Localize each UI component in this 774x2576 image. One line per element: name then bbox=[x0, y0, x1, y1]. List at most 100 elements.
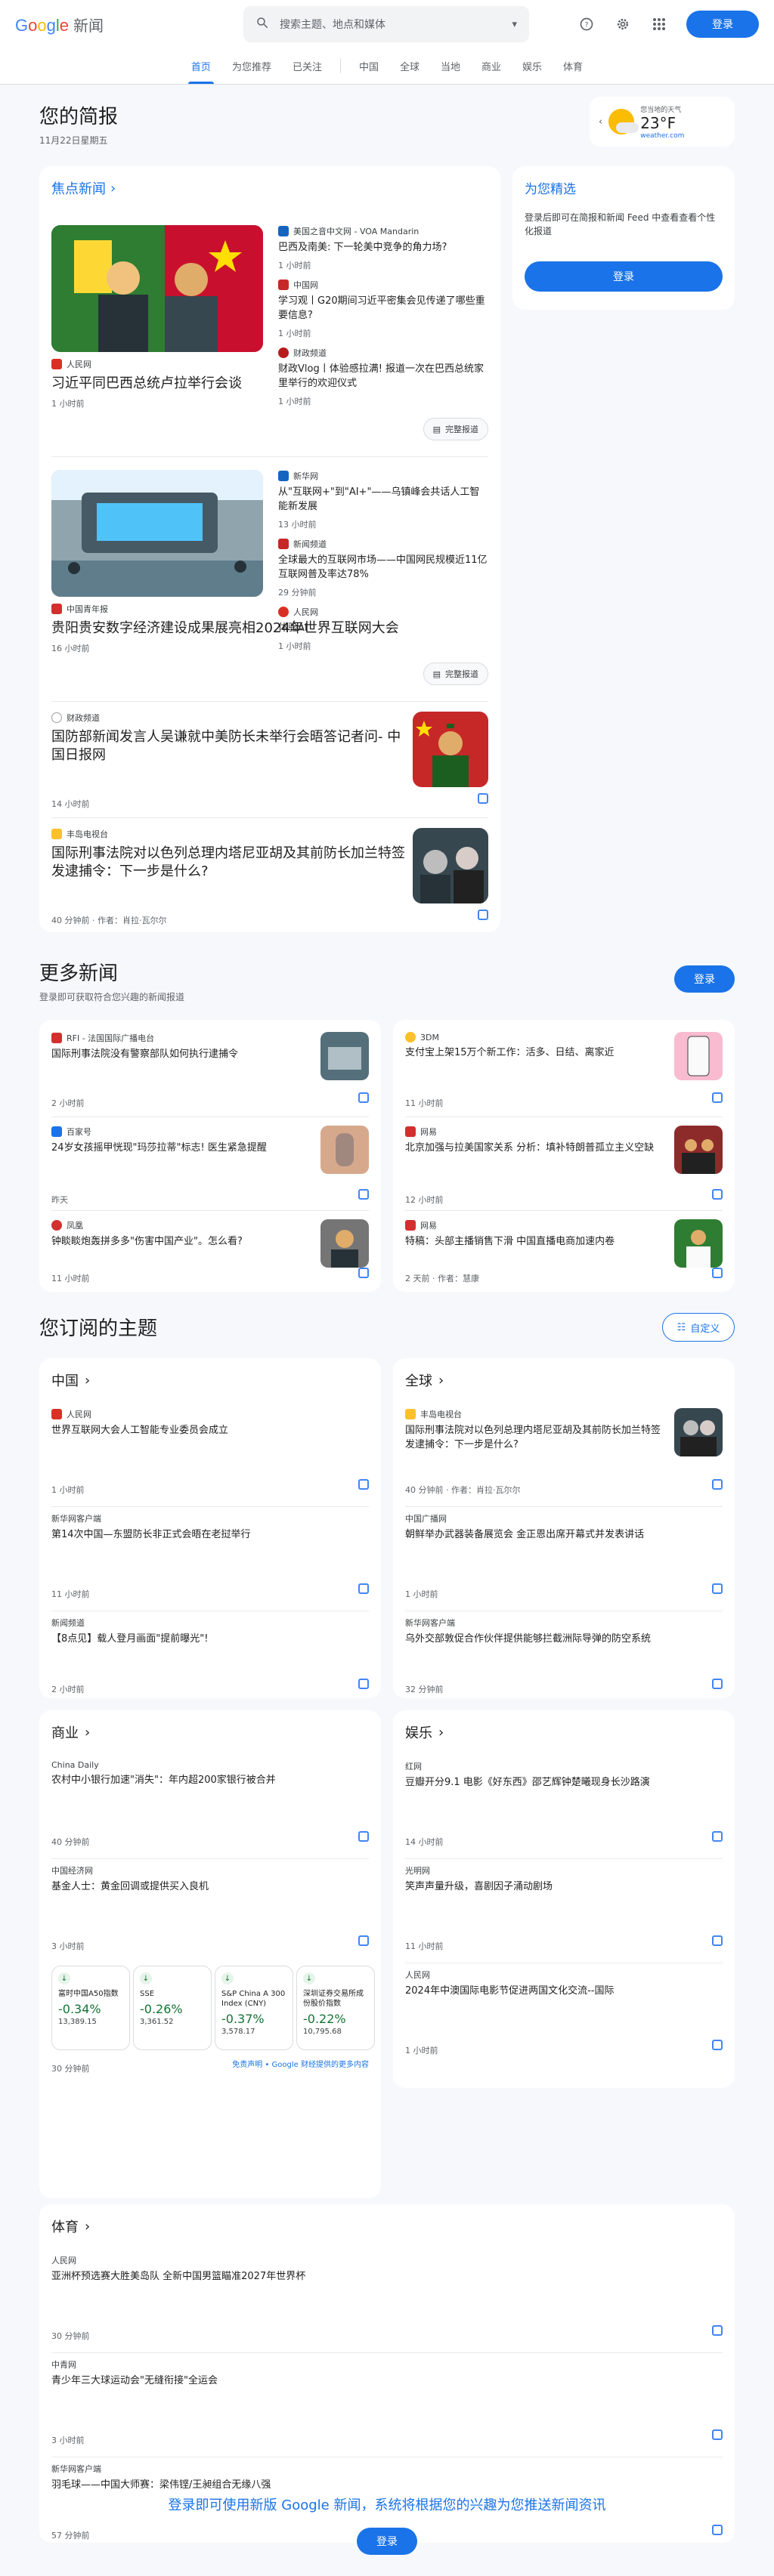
share-icon[interactable] bbox=[712, 2429, 723, 2440]
share-icon[interactable] bbox=[712, 2040, 723, 2050]
story-thumbnail[interactable] bbox=[320, 1219, 369, 1268]
list-item[interactable]: 人民网 世界互联网大会人工智能专业委员会成立 1 小时前 bbox=[51, 1408, 369, 1499]
google-news-logo[interactable]: Google 新闻 bbox=[15, 14, 242, 36]
customize-button[interactable]: ☷ 自定义 bbox=[662, 1313, 735, 1342]
gear-icon[interactable] bbox=[614, 15, 632, 33]
list-item[interactable]: RFI - 法国国际广播电台 国际刑事法院没有警察部队如何执行逮捕令 2 小时前 bbox=[51, 1032, 369, 1115]
stock-card[interactable]: ↓ S&P China A 300 Index (CNY) -0.37% 3,578.… bbox=[215, 1966, 293, 2050]
share-icon[interactable] bbox=[712, 2325, 723, 2336]
footer-text: 登录即可使用新版 Google 新闻，系统将根据您的兴趣为您推送新闻资讯 bbox=[168, 2497, 606, 2513]
share-icon[interactable] bbox=[358, 1092, 369, 1103]
login-button[interactable]: 登录 bbox=[686, 11, 759, 38]
share-icon[interactable] bbox=[358, 1268, 369, 1278]
share-icon[interactable] bbox=[712, 1189, 723, 1200]
help-icon[interactable]: ? bbox=[577, 15, 596, 33]
related-headline[interactable]: 体验AI bbox=[278, 621, 488, 635]
share-icon[interactable] bbox=[358, 1831, 369, 1842]
topic-title[interactable]: 全球 › bbox=[393, 1358, 735, 1390]
share-icon[interactable] bbox=[712, 1583, 723, 1594]
list-item[interactable]: 光明网 笑声声量升级，喜剧因子涌动剧场 11 小时前 bbox=[405, 1864, 723, 1955]
weather-widget[interactable]: ‹ 您当地的天气 23°F weather.com bbox=[590, 97, 735, 147]
search-box[interactable]: 搜索主题、地点和媒体 ▾ bbox=[243, 6, 529, 42]
list-item[interactable]: 红网 豆瓣开分9.1 电影《好东西》邵艺辉钟楚曦现身长沙路演 14 小时前 bbox=[405, 1760, 723, 1851]
finance-disclaimer-link[interactable]: 免责声明 • Google 财经提供的更多内容 bbox=[232, 2058, 369, 2069]
related-headline[interactable]: 从"互联网+"到"AI+"——乌镇峰会共话人工智能新发展 bbox=[278, 485, 488, 514]
share-icon[interactable] bbox=[358, 1479, 369, 1490]
list-item[interactable]: 中国广播网 朝鲜举办武器装备展览会 金正恩出席开幕式并发表讲话 1 小时前 bbox=[405, 1512, 723, 1603]
share-icon[interactable] bbox=[712, 1831, 723, 1842]
weather-source-link[interactable]: weather.com bbox=[640, 132, 684, 140]
topic-title[interactable]: 体育 › bbox=[39, 2204, 735, 2236]
story-headline[interactable]: 国防部新闻发言人吴谦就中美防长未举行会晤答记者问- 中国日报网 bbox=[51, 728, 407, 764]
tab-local[interactable]: 当地 bbox=[430, 48, 471, 84]
share-icon[interactable] bbox=[478, 793, 488, 804]
list-item[interactable]: 凤凰 钟睒睒炮轰拼多多"伤害中国产业"。怎么看? 11 小时前 bbox=[51, 1219, 369, 1287]
list-item[interactable]: China Daily 农村中小银行加速"消失"：年内超200家银行被合并 40 分… bbox=[51, 1760, 369, 1851]
share-icon[interactable] bbox=[712, 1479, 723, 1490]
story-thumbnail[interactable] bbox=[674, 1032, 723, 1080]
list-item[interactable]: 网易 特稿：头部主播销售下滑 中国直播电商加速内卷 2 天前 · 作者：慧康 bbox=[405, 1219, 723, 1287]
story-thumbnail[interactable] bbox=[320, 1032, 369, 1080]
list-item[interactable]: 新华网客户端 第14次中国—东盟防长非正式会晤在老挝举行 11 小时前 bbox=[51, 1512, 369, 1603]
story-thumbnail[interactable] bbox=[674, 1219, 723, 1268]
topic-title[interactable]: 中国 › bbox=[39, 1358, 381, 1390]
list-item[interactable]: 百家号 24岁女孩摇甲恍现"玛莎拉蒂"标志! 医生紧急提醒 昨天 bbox=[51, 1126, 369, 1209]
stock-card[interactable]: ↓ 深圳证券交易所成份股价指数 -0.22% 10,795.68 bbox=[296, 1966, 375, 2050]
tab-world[interactable]: 全球 bbox=[389, 48, 430, 84]
tab-home[interactable]: 首页 bbox=[181, 48, 221, 84]
story-row: 财政频道 国防部新闻发言人吴谦就中美防长未举行会晤答记者问- 中国日报网 14 … bbox=[51, 712, 488, 810]
story-thumbnail[interactable] bbox=[320, 1126, 369, 1174]
share-icon[interactable] bbox=[712, 1935, 723, 1946]
topic-title[interactable]: 商业 › bbox=[39, 1710, 381, 1742]
share-icon[interactable] bbox=[712, 1092, 723, 1103]
footer-login-button[interactable]: 登录 bbox=[357, 2528, 417, 2555]
list-item[interactable]: 3DM 支付宝上架15万个新工作：活多、日结、离家近 11 小时前 bbox=[405, 1032, 723, 1115]
related-headline[interactable]: 财政Vlog丨体验感拉满! 报道一次在巴西总统家里举行的欢迎仪式 bbox=[278, 362, 488, 391]
tab-following[interactable]: 已关注 bbox=[282, 48, 333, 84]
tab-china[interactable]: 中国 bbox=[348, 48, 389, 84]
chevron-left-icon[interactable]: ‹ bbox=[599, 116, 602, 128]
picks-login-button[interactable]: 登录 bbox=[525, 261, 723, 292]
share-icon[interactable] bbox=[358, 1583, 369, 1594]
share-icon[interactable] bbox=[358, 1935, 369, 1946]
full-coverage-button[interactable]: ▤ 完整报道 bbox=[423, 663, 488, 685]
tab-business[interactable]: 商业 bbox=[471, 48, 512, 84]
list-item[interactable]: 中青网 青少年三大球运动会"无缝衔接"全运会 3 小时前 bbox=[51, 2358, 723, 2449]
story-thumbnail[interactable] bbox=[413, 712, 488, 787]
share-icon[interactable] bbox=[712, 1679, 723, 1689]
share-icon[interactable] bbox=[712, 1268, 723, 1278]
search-input[interactable]: 搜索主题、地点和媒体 bbox=[280, 17, 512, 32]
related-headline[interactable]: 全球最大的互联网市场——中国网民规模近11亿 互联网普及率达78% bbox=[278, 553, 488, 582]
list-item[interactable]: 新华网客户端 乌外交部敦促合作伙伴提供能够拦截洲际导弹的防空系统 32 分钟前 bbox=[405, 1617, 723, 1694]
list-item[interactable]: 人民网 亚洲杯预选赛大胜美岛队 全新中国男篮瞄准2027年世界杯 30 分钟前 bbox=[51, 2254, 723, 2345]
stock-card[interactable]: ↓ 富时中国A50指数 -0.34% 13,389.15 bbox=[51, 1966, 130, 2050]
list-item[interactable]: 中国经济网 基金人士：黄金回调或提供买入良机 3 小时前 bbox=[51, 1864, 369, 1955]
story-thumbnail[interactable] bbox=[674, 1126, 723, 1174]
share-icon[interactable] bbox=[478, 910, 488, 920]
story-thumbnail[interactable] bbox=[413, 828, 488, 903]
more-login-button[interactable]: 登录 bbox=[674, 965, 735, 993]
tab-sports[interactable]: 体育 bbox=[553, 48, 593, 84]
chevron-down-icon[interactable]: ▾ bbox=[512, 19, 517, 30]
full-coverage-button[interactable]: ▤ 完整报道 bbox=[423, 418, 488, 440]
list-item[interactable]: 丰岛电视台 国际刑事法院对以色列总理内塔尼亚胡及其前防长加兰特签发逮捕令：下一步是… bbox=[405, 1408, 723, 1499]
story-headline[interactable]: 国际刑事法院对以色列总理内塔尼亚胡及其前防长加兰特签发逮捕令：下一步是什么? bbox=[51, 845, 407, 881]
list-item[interactable]: 人民网 2024年中澳国际电影节促进两国文化交流--国际 1 小时前 bbox=[405, 1969, 723, 2059]
chevron-right-icon: › bbox=[110, 180, 116, 196]
story-image[interactable] bbox=[51, 225, 263, 352]
topics-header: 您订阅的主题 ☷ 自定义 bbox=[39, 1313, 735, 1351]
share-icon[interactable] bbox=[358, 1679, 369, 1689]
top-stories-title[interactable]: 焦点新闻 › bbox=[39, 166, 500, 198]
tab-entertainment[interactable]: 娱乐 bbox=[512, 48, 553, 84]
related-headline[interactable]: 巴西及南美: 下一轮美中竞争的角力场? bbox=[278, 240, 488, 255]
topic-title[interactable]: 娱乐 › bbox=[393, 1710, 735, 1742]
tab-for-you[interactable]: 为您推荐 bbox=[221, 48, 282, 84]
share-icon[interactable] bbox=[358, 1189, 369, 1200]
story-thumbnail[interactable] bbox=[674, 1408, 723, 1456]
apps-grid-icon[interactable] bbox=[650, 15, 668, 33]
list-item[interactable]: 网易 北京加强与拉美国家关系 分析：填补特朗普孤立主义空缺 12 小时前 bbox=[405, 1126, 723, 1209]
list-item[interactable]: 新闻频道 【8点见】载人登月画面"提前曝光"! 2 小时前 bbox=[51, 1617, 369, 1694]
story-image[interactable] bbox=[51, 470, 263, 597]
stock-card[interactable]: ↓ SSE -0.26% 3,361.52 bbox=[133, 1966, 212, 2050]
related-headline[interactable]: 学习观丨G20期间习近平密集会见传递了哪些重要信息? bbox=[278, 294, 488, 323]
